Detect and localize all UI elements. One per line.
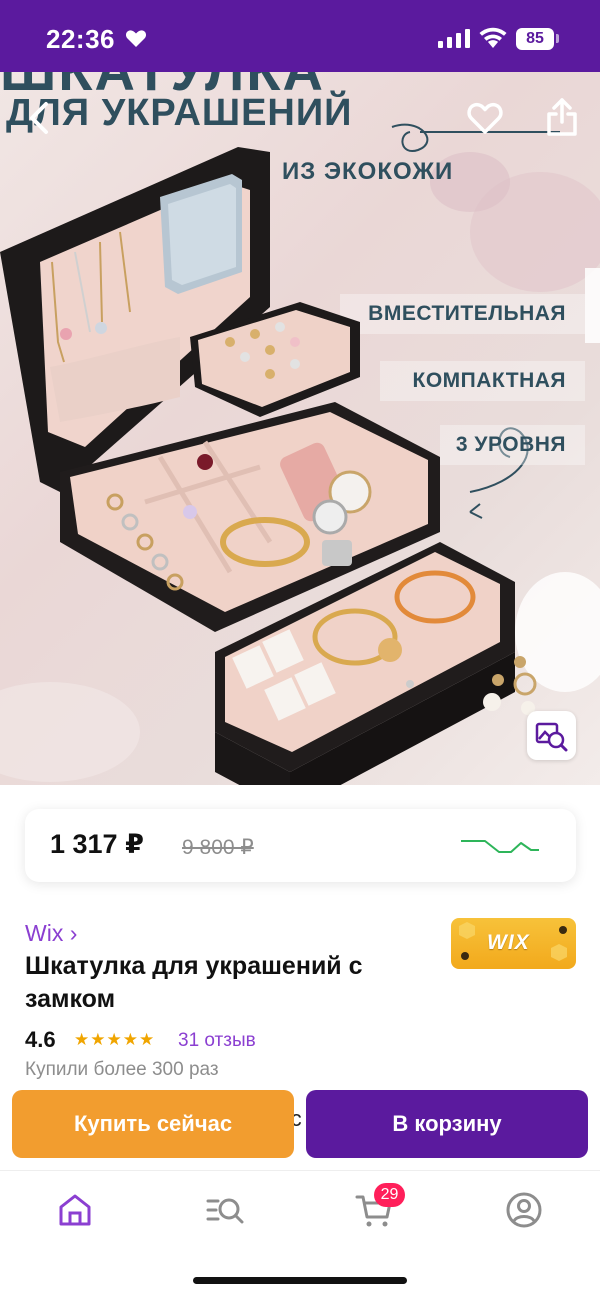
hero-feature: ВМЕСТИТЕЛЬНАЯ <box>368 302 566 325</box>
chevron-left-icon <box>30 102 48 134</box>
rating-value: 4.6 <box>25 1027 56 1052</box>
heart-icon <box>467 102 503 134</box>
price-trend-chart <box>461 840 539 853</box>
old-price: 9 800 ₽ <box>182 836 254 859</box>
status-time: 22:36 <box>46 24 115 54</box>
share-icon <box>547 98 577 136</box>
purchase-count: Купили более 300 раз <box>25 1059 219 1080</box>
reviews-link[interactable]: 31 отзыв <box>178 1030 256 1052</box>
status-bar: 22:36 85 <box>0 0 600 72</box>
current-price: 1 317 ₽ <box>50 829 144 859</box>
catalog-search-icon[interactable] <box>206 1191 244 1229</box>
image-search-button[interactable] <box>527 711 576 760</box>
seller-logo[interactable]: WIX <box>451 918 576 969</box>
cart-count-badge: 29 <box>374 1183 405 1207</box>
hero-feature: 3 УРОВНЯ <box>455 433 566 456</box>
gallery-scroll-indicator <box>585 268 600 343</box>
profile-icon[interactable] <box>505 1191 543 1229</box>
chevron-right-icon: › <box>69 920 78 946</box>
seller-name: Wix <box>25 920 64 946</box>
rating-stars: ★★★★★ <box>74 1030 156 1049</box>
home-icon[interactable] <box>56 1191 94 1229</box>
signal-icon <box>438 29 470 48</box>
image-search-icon <box>535 722 568 752</box>
price-card[interactable]: 1 317 ₽ 9 800 ₽ <box>25 809 576 882</box>
favorite-button[interactable] <box>466 100 504 136</box>
add-to-cart-button[interactable]: В корзину <box>306 1090 588 1158</box>
seller-link[interactable]: Wix › <box>25 920 77 947</box>
product-title: Шкатулка для украшений с замком <box>25 952 363 1013</box>
battery-indicator: 85 <box>516 28 554 50</box>
share-button[interactable] <box>544 96 580 138</box>
buy-now-button[interactable]: Купить сейчас <box>12 1090 294 1158</box>
seller-logo-text: WIX <box>487 931 530 954</box>
back-button[interactable] <box>22 100 58 136</box>
hero-subtitle: ИЗ ЭКОКОЖИ <box>282 158 454 185</box>
wifi-icon <box>479 27 507 48</box>
product-image[interactable]: ШКАТУЛКА ДЛЯ УКРАШЕНИЙ ИЗ ЭКОКОЖИ ВМЕСТИ… <box>0 72 600 785</box>
battery-tip <box>556 34 559 43</box>
heart-status-icon <box>125 30 147 47</box>
hero-feature: КОМПАКТНАЯ <box>412 369 566 392</box>
home-indicator <box>193 1277 407 1284</box>
